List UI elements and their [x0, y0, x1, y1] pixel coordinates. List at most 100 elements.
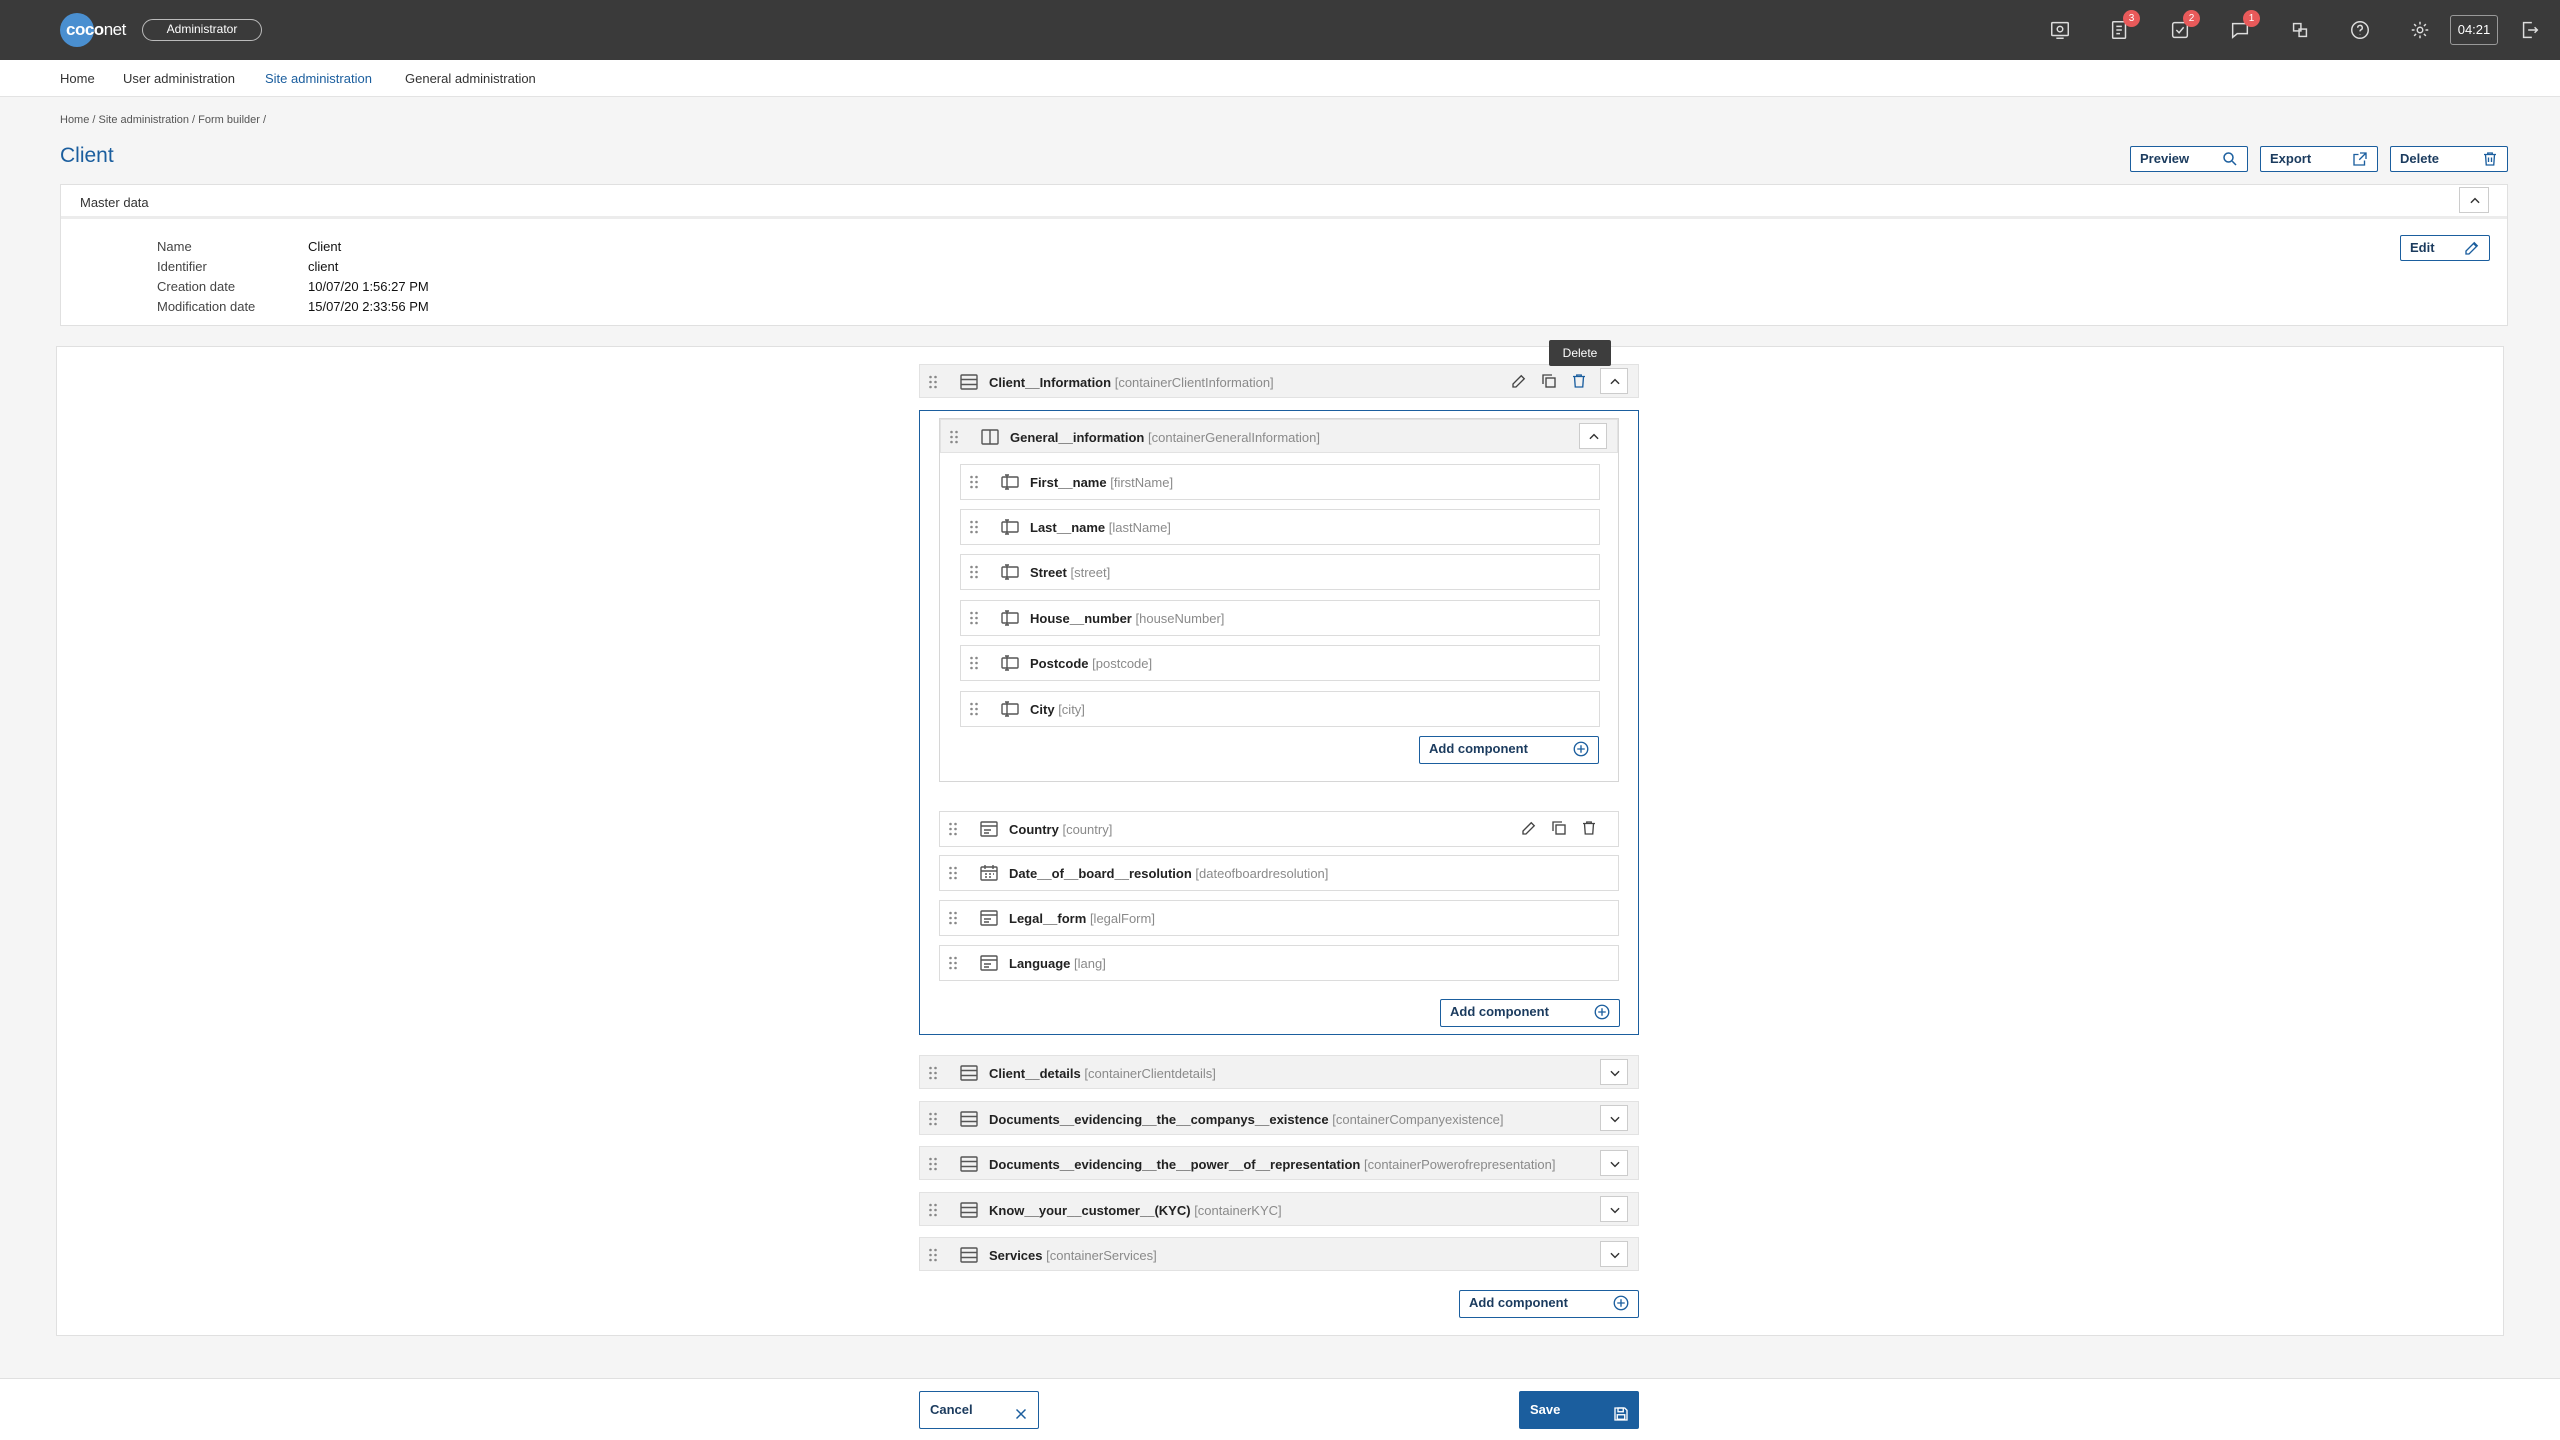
field-row-last-name[interactable]: Last__name [lastName] — [960, 509, 1600, 545]
expand-button[interactable] — [1600, 1196, 1628, 1222]
drag-handle-icon[interactable] — [948, 822, 958, 836]
save-button[interactable]: Save — [1519, 1391, 1639, 1429]
drag-handle-icon[interactable] — [928, 1248, 938, 1262]
clock-display: 04:21 — [2450, 15, 2498, 45]
settings-icon[interactable] — [2405, 15, 2435, 45]
nav-site-administration[interactable]: Site administration — [265, 71, 372, 86]
edit-label: Edit — [2410, 240, 2435, 255]
add-component-label: Add component — [1469, 1295, 1568, 1310]
drag-handle-icon[interactable] — [928, 375, 938, 389]
logout-icon[interactable] — [2515, 15, 2545, 45]
help-icon[interactable] — [2345, 15, 2375, 45]
edit-icon — [2463, 239, 2481, 257]
field-row-country[interactable]: Country [country] — [939, 811, 1619, 847]
field-label: Postcode [postcode] — [1030, 656, 1153, 671]
field-row-language[interactable]: Language [lang] — [939, 945, 1619, 981]
master-collapse-button[interactable] — [2459, 187, 2489, 213]
drag-handle-icon[interactable] — [948, 911, 958, 925]
drag-handle-icon[interactable] — [969, 475, 979, 489]
collapse-button[interactable] — [1600, 368, 1628, 394]
container-icon — [960, 1202, 978, 1218]
drag-handle-icon[interactable] — [928, 1157, 938, 1171]
field-row-city[interactable]: City [city] — [960, 691, 1600, 727]
container-icon — [960, 1247, 978, 1263]
expand-button[interactable] — [1600, 1105, 1628, 1131]
group-row-general-information[interactable]: General__information [containerGeneralIn… — [940, 419, 1618, 453]
save-icon — [1612, 1401, 1630, 1421]
field-row-first-name[interactable]: First__name [firstName] — [960, 464, 1600, 500]
drag-handle-icon[interactable] — [969, 565, 979, 579]
breadcrumb[interactable]: Home / Site administration / Form builde… — [60, 114, 266, 126]
delete-tooltip: Delete — [1549, 340, 1611, 366]
field-row-date-of-board-resolution[interactable]: Date__of__board__resolution [dateofboard… — [939, 855, 1619, 891]
trash-icon — [2481, 150, 2499, 168]
container-icon — [960, 1156, 978, 1172]
select-icon — [980, 821, 998, 837]
drag-handle-icon[interactable] — [948, 866, 958, 880]
drag-handle-icon[interactable] — [969, 656, 979, 670]
export-label: Export — [2270, 151, 2312, 166]
edit-master-button[interactable]: Edit — [2400, 235, 2490, 261]
trash-icon[interactable] — [1570, 372, 1590, 392]
close-icon — [1012, 1401, 1030, 1420]
role-badge[interactable]: Administrator — [142, 19, 262, 41]
nav-user-administration[interactable]: User administration — [123, 71, 235, 86]
add-component-button-root[interactable]: Add component — [1459, 1290, 1639, 1318]
field-row-postcode[interactable]: Postcode [postcode] — [960, 645, 1600, 681]
cancel-button[interactable]: Cancel — [919, 1391, 1039, 1429]
expand-button[interactable] — [1600, 1150, 1628, 1176]
text-field-icon — [1001, 564, 1019, 580]
collapse-button[interactable] — [1579, 423, 1607, 449]
add-component-button-group[interactable]: Add component — [1419, 736, 1599, 764]
expand-button[interactable] — [1600, 1241, 1628, 1267]
trash-icon[interactable] — [1580, 819, 1600, 839]
drag-handle-icon[interactable] — [928, 1203, 938, 1217]
modules-icon[interactable] — [2285, 15, 2315, 45]
container-row-company-existence[interactable]: Documents__evidencing__the__companys__ex… — [919, 1101, 1639, 1135]
drag-handle-icon[interactable] — [949, 430, 959, 444]
copy-icon[interactable] — [1540, 372, 1560, 392]
coconet-logo[interactable]: coconet — [56, 12, 126, 48]
md-value-identifier: client — [308, 259, 339, 274]
calendar-icon — [980, 865, 998, 881]
container-row-kyc[interactable]: Know__your__customer__(KYC) [containerKY… — [919, 1192, 1639, 1226]
tasks-icon[interactable]: 2 — [2165, 10, 2200, 45]
messages-icon[interactable]: 1 — [2225, 10, 2260, 45]
field-row-house-number[interactable]: House__number [houseNumber] — [960, 600, 1600, 636]
edit-icon[interactable] — [1510, 372, 1530, 392]
container-row-client-details[interactable]: Client__details [containerClientdetails] — [919, 1055, 1639, 1089]
export-button[interactable]: Export — [2260, 146, 2378, 172]
copy-icon[interactable] — [1550, 819, 1570, 839]
columns-icon — [981, 429, 999, 445]
edit-icon[interactable] — [1520, 819, 1540, 839]
container-row-client-information[interactable]: Client__Information [containerClientInfo… — [919, 364, 1639, 398]
preview-button[interactable]: Preview — [2130, 146, 2248, 172]
md-label-creation-date: Creation date — [157, 279, 236, 294]
field-row-street[interactable]: Street [street] — [960, 554, 1600, 590]
select-icon — [980, 910, 998, 926]
drag-handle-icon[interactable] — [969, 611, 979, 625]
logo-text: coconet — [66, 20, 126, 39]
expand-button[interactable] — [1600, 1059, 1628, 1085]
drag-handle-icon[interactable] — [948, 956, 958, 970]
add-component-label: Add component — [1450, 1004, 1549, 1019]
documents-icon[interactable]: 3 — [2105, 10, 2140, 45]
drag-handle-icon[interactable] — [928, 1066, 938, 1080]
dashboard-icon[interactable] — [2045, 15, 2075, 45]
nav-general-administration[interactable]: General administration — [405, 71, 536, 86]
field-label: First__name [firstName] — [1030, 475, 1174, 490]
chevron-down-icon — [1610, 1116, 1620, 1123]
drag-handle-icon[interactable] — [969, 702, 979, 716]
add-component-button-container[interactable]: Add component — [1440, 999, 1620, 1027]
delete-page-button[interactable]: Delete — [2390, 146, 2508, 172]
nav-home[interactable]: Home — [60, 71, 95, 86]
field-label: Street [street] — [1030, 565, 1111, 580]
md-value-name: Client — [308, 239, 342, 254]
field-row-legal-form[interactable]: Legal__form [legalForm] — [939, 900, 1619, 936]
drag-handle-icon[interactable] — [928, 1112, 938, 1126]
page-title: Client — [60, 144, 114, 167]
container-row-services[interactable]: Services [containerServices] — [919, 1237, 1639, 1271]
drag-handle-icon[interactable] — [969, 520, 979, 534]
field-label: Legal__form [legalForm] — [1009, 911, 1155, 926]
container-row-power-of-representation[interactable]: Documents__evidencing__the__power__of__r… — [919, 1146, 1639, 1180]
